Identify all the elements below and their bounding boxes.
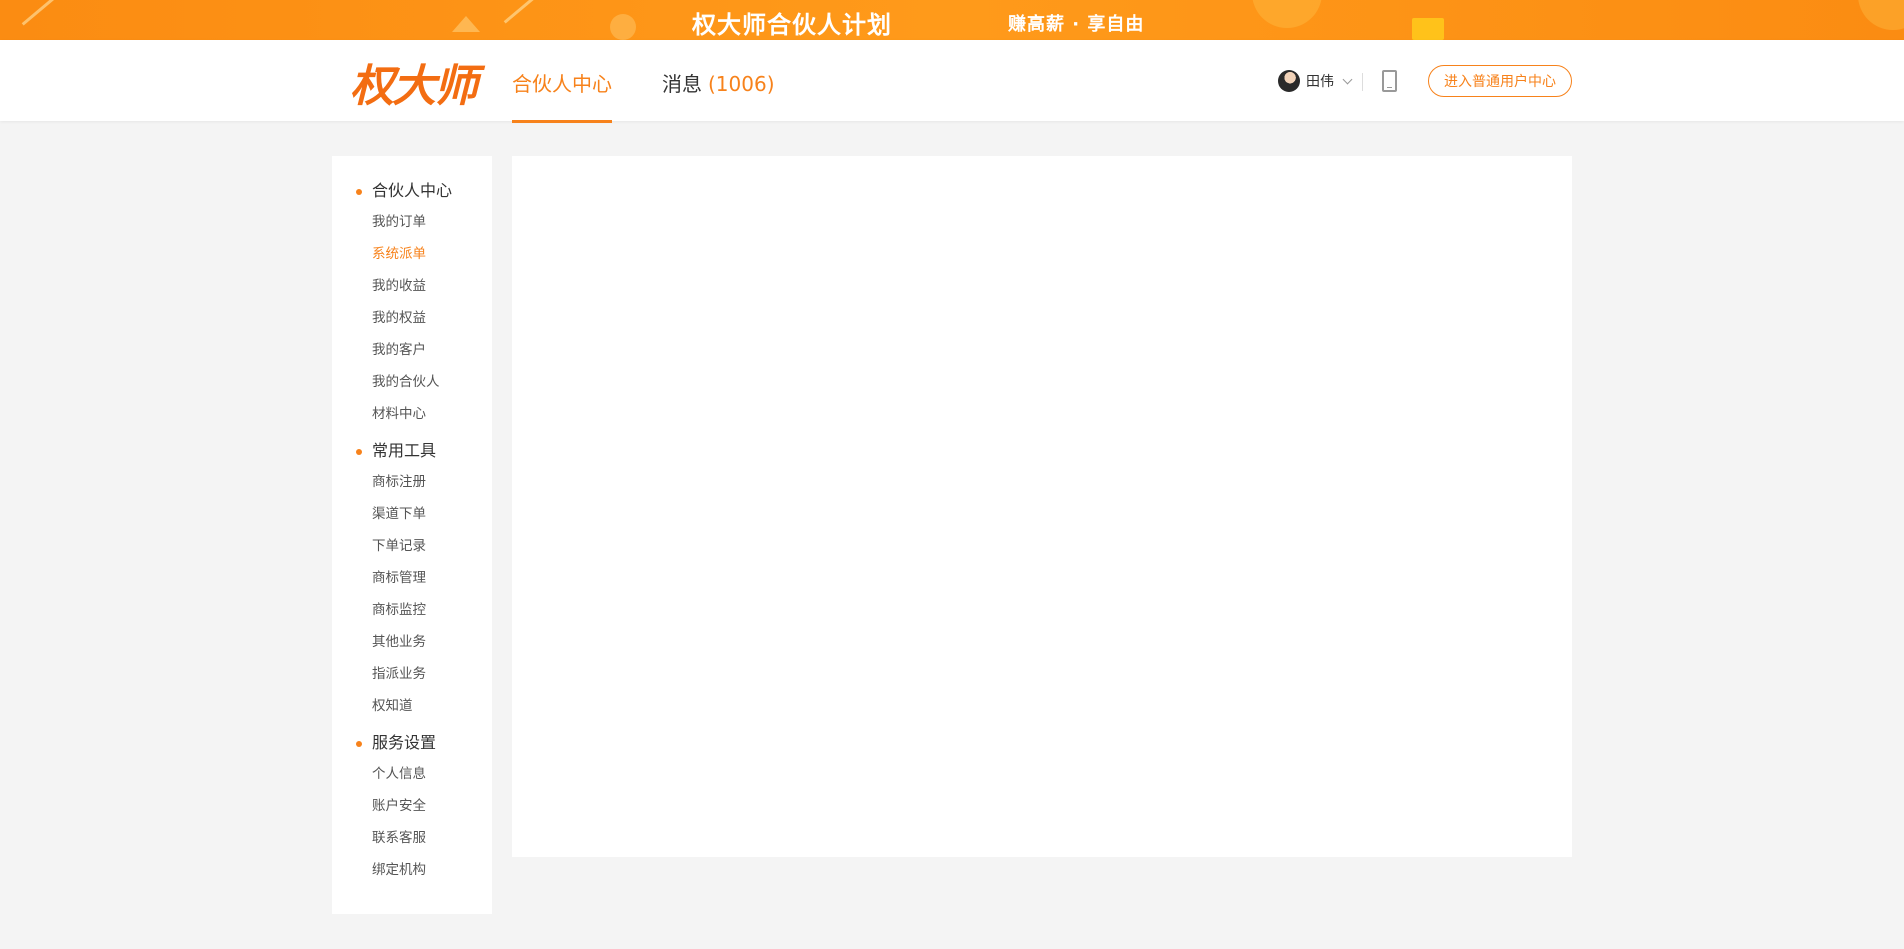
sidebar-item-my-customers[interactable]: 我的客户 [332,334,492,366]
sidebar-group-title: 常用工具 [332,436,492,466]
triangle-decoration [452,16,480,32]
sidebar-item-my-partners[interactable]: 我的合伙人 [332,366,492,398]
user-name: 田伟 [1306,74,1334,90]
phone-icon[interactable] [1382,70,1397,92]
sidebar-item-trademark-monitoring[interactable]: 商标监控 [332,594,492,626]
sidebar-group-partner-center: 合伙人中心 我的订单 系统派单 我的收益 我的权益 我的客户 我的合伙人 材料中… [332,176,492,430]
sidebar-item-quan-zhidao[interactable]: 权知道 [332,690,492,722]
banner-subtitle: 赚高薪 · 享自由 [1008,14,1145,35]
coin-decoration [1858,0,1904,30]
sidebar: 合伙人中心 我的订单 系统派单 我的收益 我的权益 我的客户 我的合伙人 材料中… [332,156,492,914]
divider [1362,73,1363,91]
sidebar-item-trademark-registration[interactable]: 商标注册 [332,466,492,498]
sidebar-item-my-orders[interactable]: 我的订单 [332,206,492,238]
message-count: (1006) [708,72,775,96]
sidebar-item-trademark-management[interactable]: 商标管理 [332,562,492,594]
sidebar-item-system-dispatch[interactable]: 系统派单 [332,238,492,270]
sidebar-item-my-rights[interactable]: 我的权益 [332,302,492,334]
sidebar-item-materials-center[interactable]: 材料中心 [332,398,492,430]
chevron-down-icon [1342,74,1353,84]
banner-title: 权大师合伙人计划 [692,11,892,39]
tab-messages[interactable]: 消息 (1006) [662,68,775,97]
tab-partner-center[interactable]: 合伙人中心 [512,68,612,123]
enter-user-center-button[interactable]: 进入普通用户中心 [1428,65,1572,97]
coin-decoration [1252,0,1322,28]
top-nav: 权大师 合伙人中心 消息 (1006) 田伟 进入普通用户中心 [0,40,1904,123]
stripe-decoration [503,0,537,24]
coin-decoration [610,14,636,40]
promo-banner[interactable]: 权大师合伙人计划 赚高薪 · 享自由 [0,0,1904,40]
avatar [1278,70,1300,92]
sidebar-item-my-earnings[interactable]: 我的收益 [332,270,492,302]
sidebar-item-assigned-business[interactable]: 指派业务 [332,658,492,690]
sidebar-group-title: 合伙人中心 [332,176,492,206]
sidebar-item-order-records[interactable]: 下单记录 [332,530,492,562]
sidebar-item-channel-order[interactable]: 渠道下单 [332,498,492,530]
sidebar-item-bind-organization[interactable]: 绑定机构 [332,854,492,886]
user-menu[interactable]: 田伟 [1278,70,1353,92]
sidebar-item-account-security[interactable]: 账户安全 [332,790,492,822]
tab-label: 消息 [662,72,702,96]
main-content-panel [512,156,1572,857]
stripe-decoration [21,0,55,26]
sidebar-item-contact-support[interactable]: 联系客服 [332,822,492,854]
tab-label: 合伙人中心 [512,72,612,96]
logo[interactable]: 权大师 [350,50,478,114]
sidebar-group-common-tools: 常用工具 商标注册 渠道下单 下单记录 商标管理 商标监控 其他业务 指派业务 … [332,436,492,722]
sidebar-item-personal-info[interactable]: 个人信息 [332,758,492,790]
sidebar-item-other-business[interactable]: 其他业务 [332,626,492,658]
sidebar-group-title: 服务设置 [332,728,492,758]
gift-decoration [1412,18,1444,40]
sidebar-group-service-settings: 服务设置 个人信息 账户安全 联系客服 绑定机构 [332,728,492,886]
